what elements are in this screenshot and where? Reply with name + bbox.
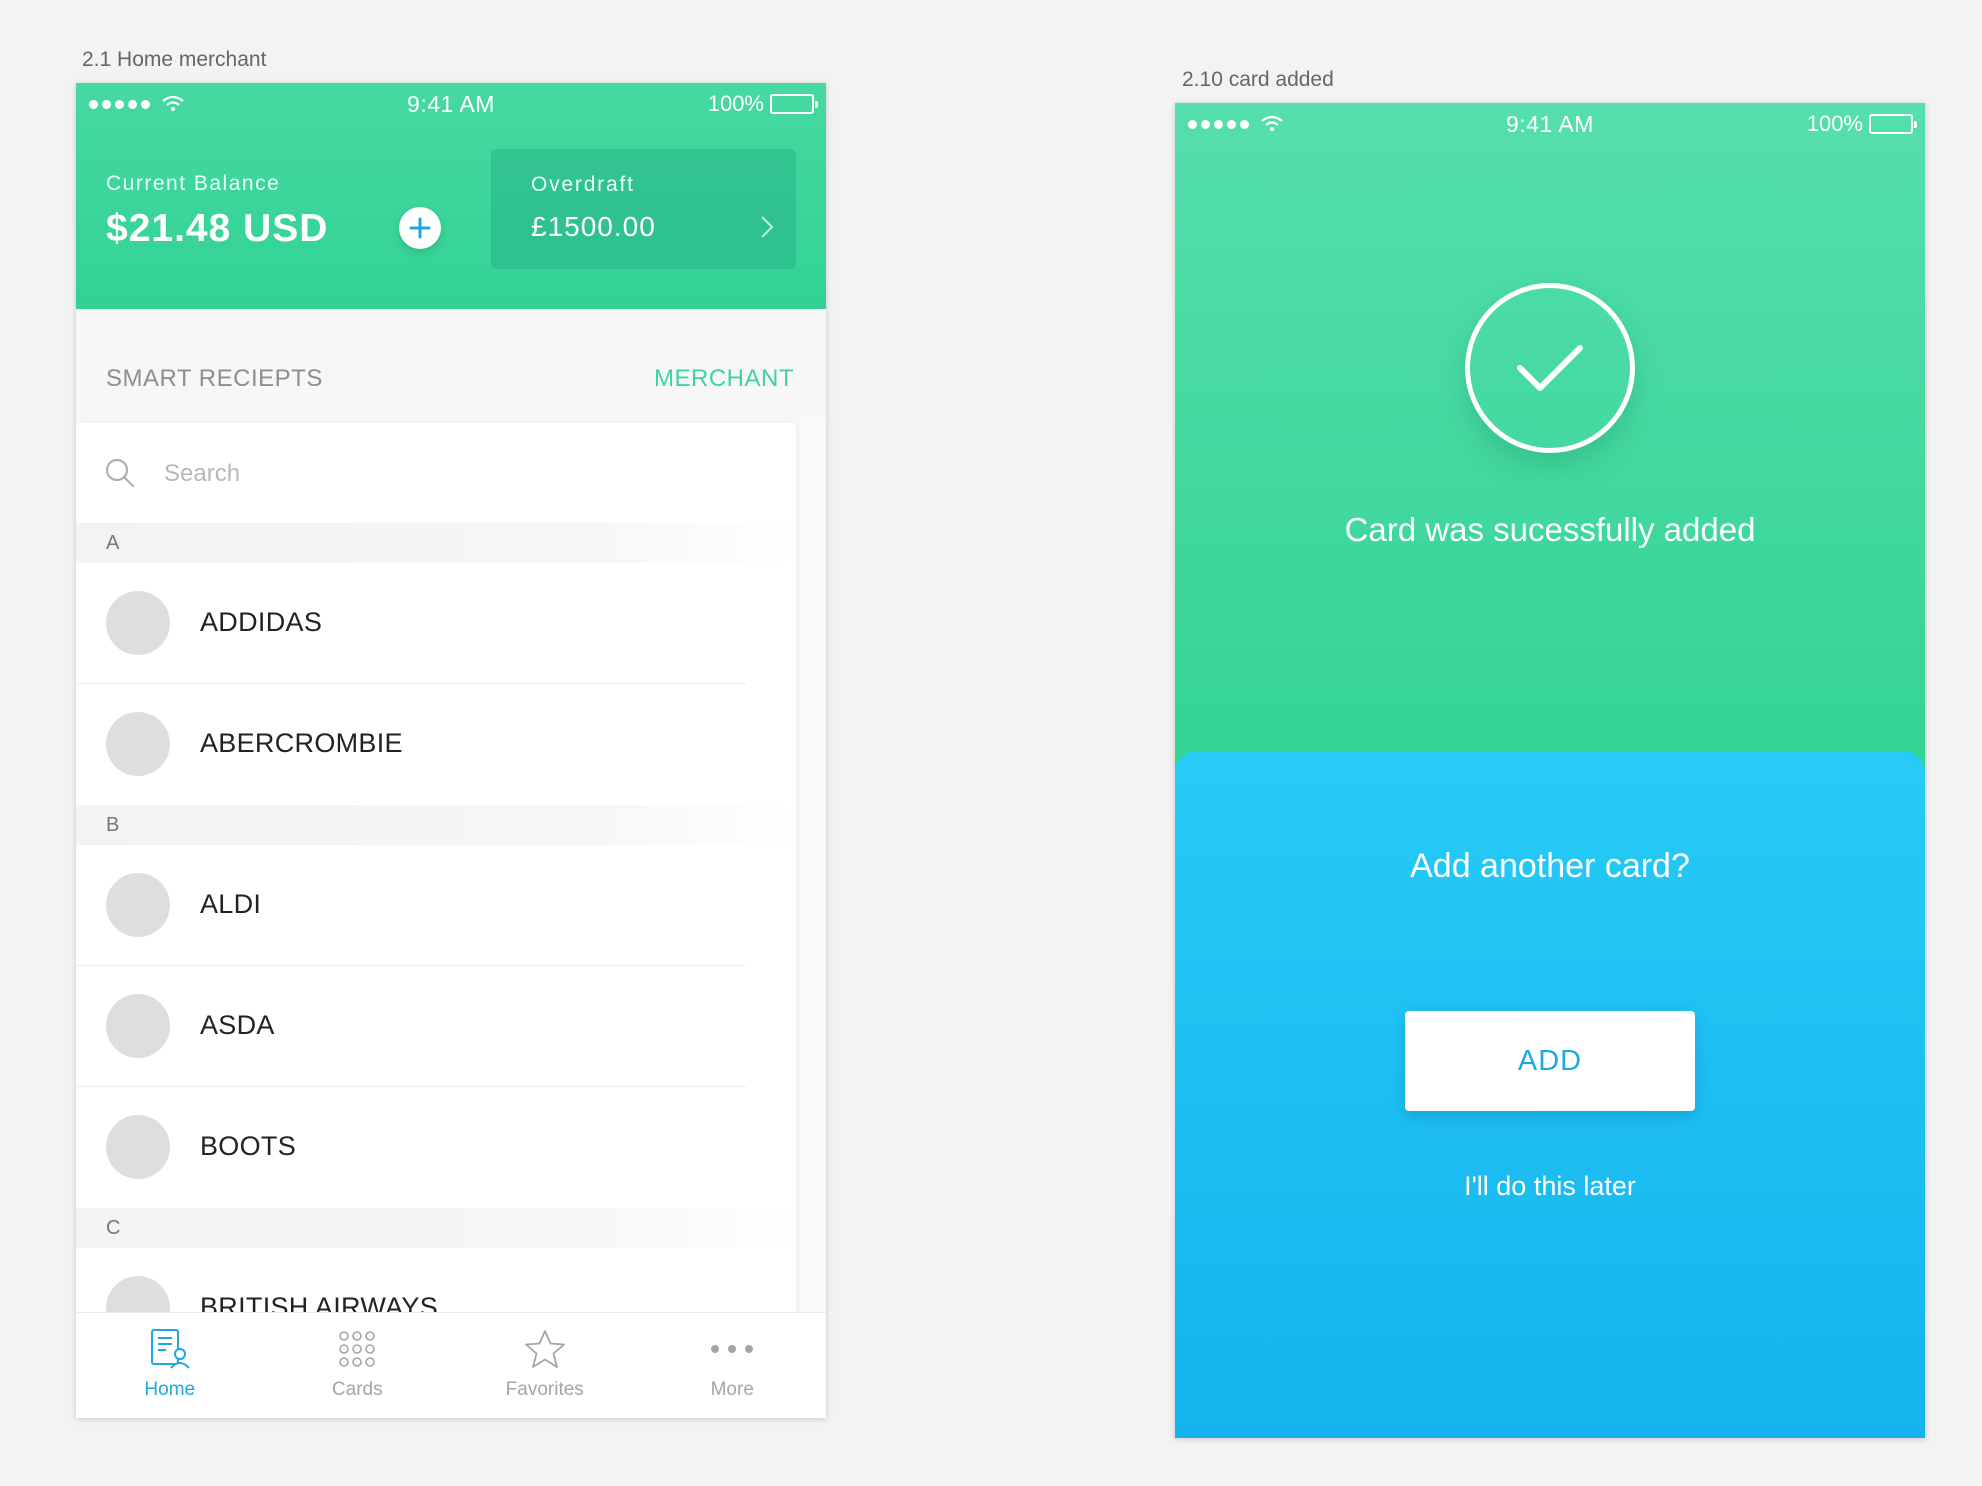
merchant-list: A ADDIDAS ABERCROMBIE B ALDI ASDA BOOTS … [76,423,796,1323]
search-icon [105,458,135,488]
add-another-prompt: Add another card? [1410,847,1690,885]
battery-indicator: 100% [707,91,818,117]
section-header: SMART RECIEPTS MERCHANT [76,309,826,419]
search-input[interactable] [164,453,724,495]
artboard-label-card-added: 2.10 card added [1182,68,1334,91]
tab-more[interactable]: More [639,1313,827,1418]
plus-icon [409,217,431,239]
merchant-name: ADDIDAS [200,607,323,637]
card-added-screen: 9:41 AM 100% Card was sucessfully added … [1175,103,1925,1438]
tab-favorites[interactable]: Favorites [451,1313,639,1418]
tab-label: Favorites [505,1379,584,1400]
do-later-link[interactable]: I'll do this later [1175,1171,1925,1202]
avatar [106,873,170,937]
add-balance-button[interactable] [399,207,441,249]
avatar [106,994,170,1058]
merchant-name: BOOTS [200,1131,297,1161]
tab-bar: Home Cards Favorites More [76,1312,826,1418]
success-panel: 9:41 AM 100% Card was sucessfully added [1175,103,1925,793]
merchant-name: ABERCROMBIE [200,728,403,758]
overdraft-card[interactable]: Overdraft £1500.00 [491,149,796,269]
letter-header-c: C [76,1208,796,1248]
list-item-aldi[interactable]: ALDI [76,845,796,966]
battery-percent: 100% [1806,111,1863,136]
add-card-button[interactable]: ADD [1405,1011,1695,1111]
success-message: Card was sucessfully added [1344,511,1756,548]
battery-icon [1869,114,1917,134]
letter-header-a: A [76,523,796,563]
tab-label: Cards [331,1379,383,1400]
balance-amount: $21.48 USD [106,207,329,250]
avatar [106,1115,170,1179]
letter-header-b: B [76,805,796,845]
star-icon [524,1330,565,1368]
overdraft-label: Overdraft [531,173,635,196]
merchant-name: ASDA [200,1010,275,1040]
avatar [106,712,170,776]
checkmark-icon [1517,345,1583,391]
tab-merchant[interactable]: MERCHANT [654,365,794,393]
grid-dots-icon [339,1331,376,1367]
tab-cards[interactable]: Cards [264,1313,452,1418]
tab-label: More [710,1379,754,1400]
battery-icon [770,94,818,114]
battery-indicator: 100% [1806,111,1917,137]
balance-header: 9:41 AM 100% Current Balance $21.48 USD … [76,83,826,309]
artboard-label-home: 2.1 Home merchant [82,48,267,71]
list-item-abercrombie[interactable]: ABERCROMBIE [76,684,796,805]
add-card-panel: Add another card? ADD I'll do this later [1175,751,1925,1438]
list-item-boots[interactable]: BOOTS [76,1087,796,1208]
merchant-name: ALDI [200,889,262,919]
list-item-asda[interactable]: ASDA [76,966,796,1087]
home-merchant-screen: 9:41 AM 100% Current Balance $21.48 USD … [76,83,826,1418]
battery-percent: 100% [707,91,764,116]
success-check-circle [1465,283,1635,453]
search-bar [76,423,796,523]
status-bar: 9:41 AM 100% [76,83,826,123]
avatar [106,591,170,655]
overdraft-amount: £1500.00 [531,211,656,242]
tab-smart-receipts[interactable]: SMART RECIEPTS [106,365,323,393]
receipt-user-icon [150,1329,190,1369]
status-bar: 9:41 AM 100% [1175,103,1925,143]
chevron-right-icon [761,216,774,238]
tab-label: Home [144,1379,196,1400]
list-item-addidas[interactable]: ADDIDAS [76,563,796,684]
tab-home[interactable]: Home [76,1313,264,1418]
balance-label: Current Balance [106,172,281,195]
more-dots-icon [711,1345,754,1353]
